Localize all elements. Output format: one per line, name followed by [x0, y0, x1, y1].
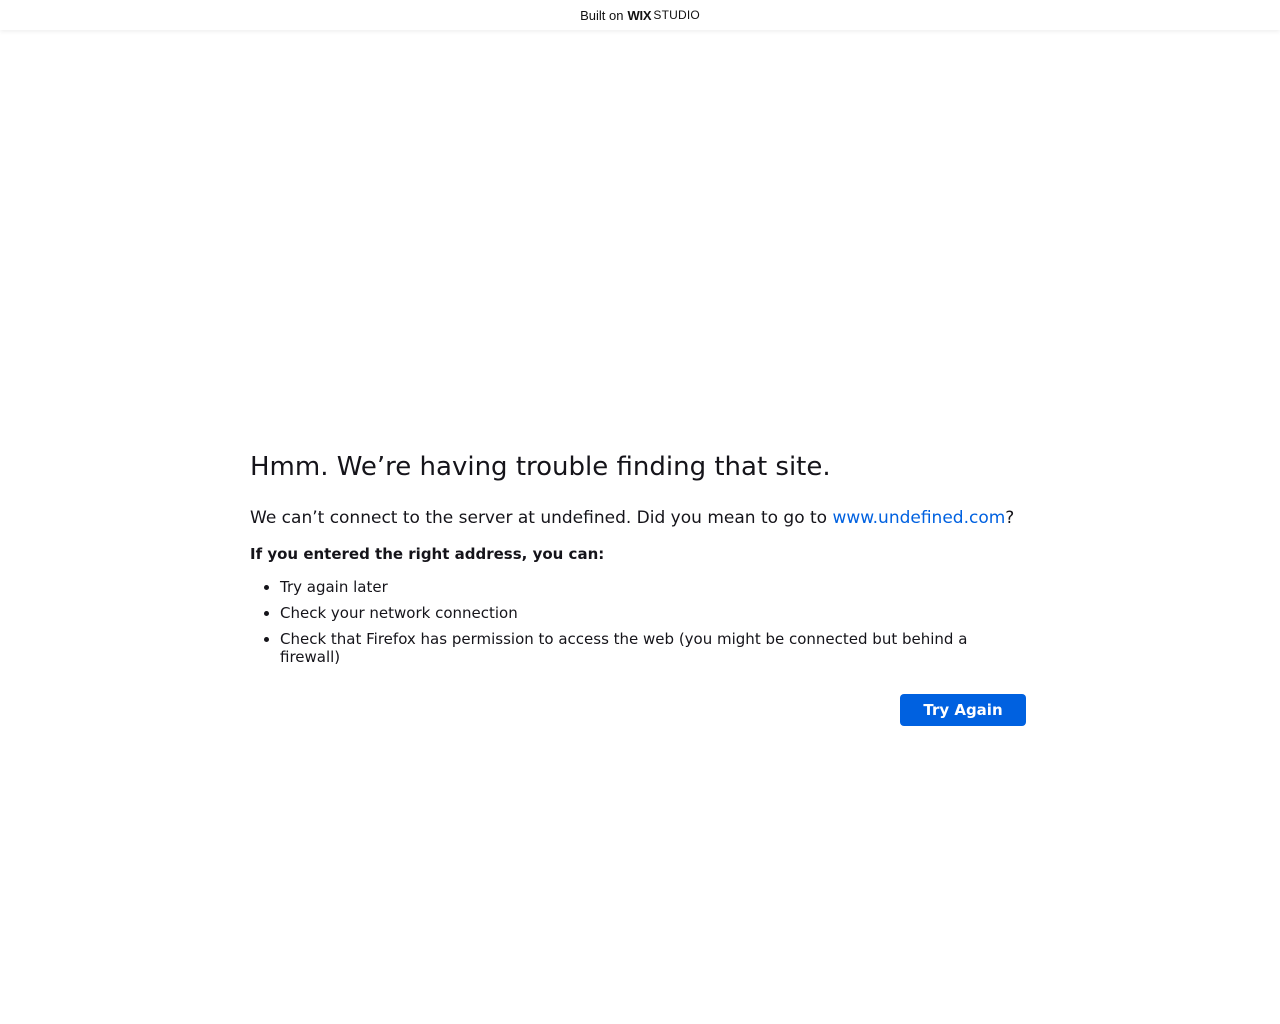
button-row: Try Again — [250, 694, 1026, 726]
error-page-container: Hmm. We’re having trouble finding that s… — [250, 448, 1026, 726]
suggested-site-link[interactable]: www.undefined.com — [832, 508, 1005, 528]
suggestion-item: Try again later — [280, 578, 1026, 596]
error-description: We can’t connect to the server at undefi… — [250, 506, 1026, 530]
try-again-button[interactable]: Try Again — [900, 694, 1026, 726]
suggestion-item: Check that Firefox has permission to acc… — [280, 630, 1026, 666]
error-description-prefix: We can’t connect to the server at undefi… — [250, 508, 833, 528]
wix-studio-banner[interactable]: Built on WIX STUDIO — [0, 0, 1280, 30]
studio-logo-text: STUDIO — [653, 8, 700, 22]
suggestion-item: Check your network connection — [280, 604, 1026, 622]
error-title: Hmm. We’re having trouble finding that s… — [250, 452, 831, 482]
suggestion-list: Try again later Check your network conne… — [250, 578, 1026, 666]
error-description-suffix: ? — [1005, 508, 1015, 528]
error-subheading: If you entered the right address, you ca… — [250, 545, 605, 563]
built-on-label: Built on — [580, 7, 624, 23]
wix-logo-text: WIX — [627, 7, 652, 23]
